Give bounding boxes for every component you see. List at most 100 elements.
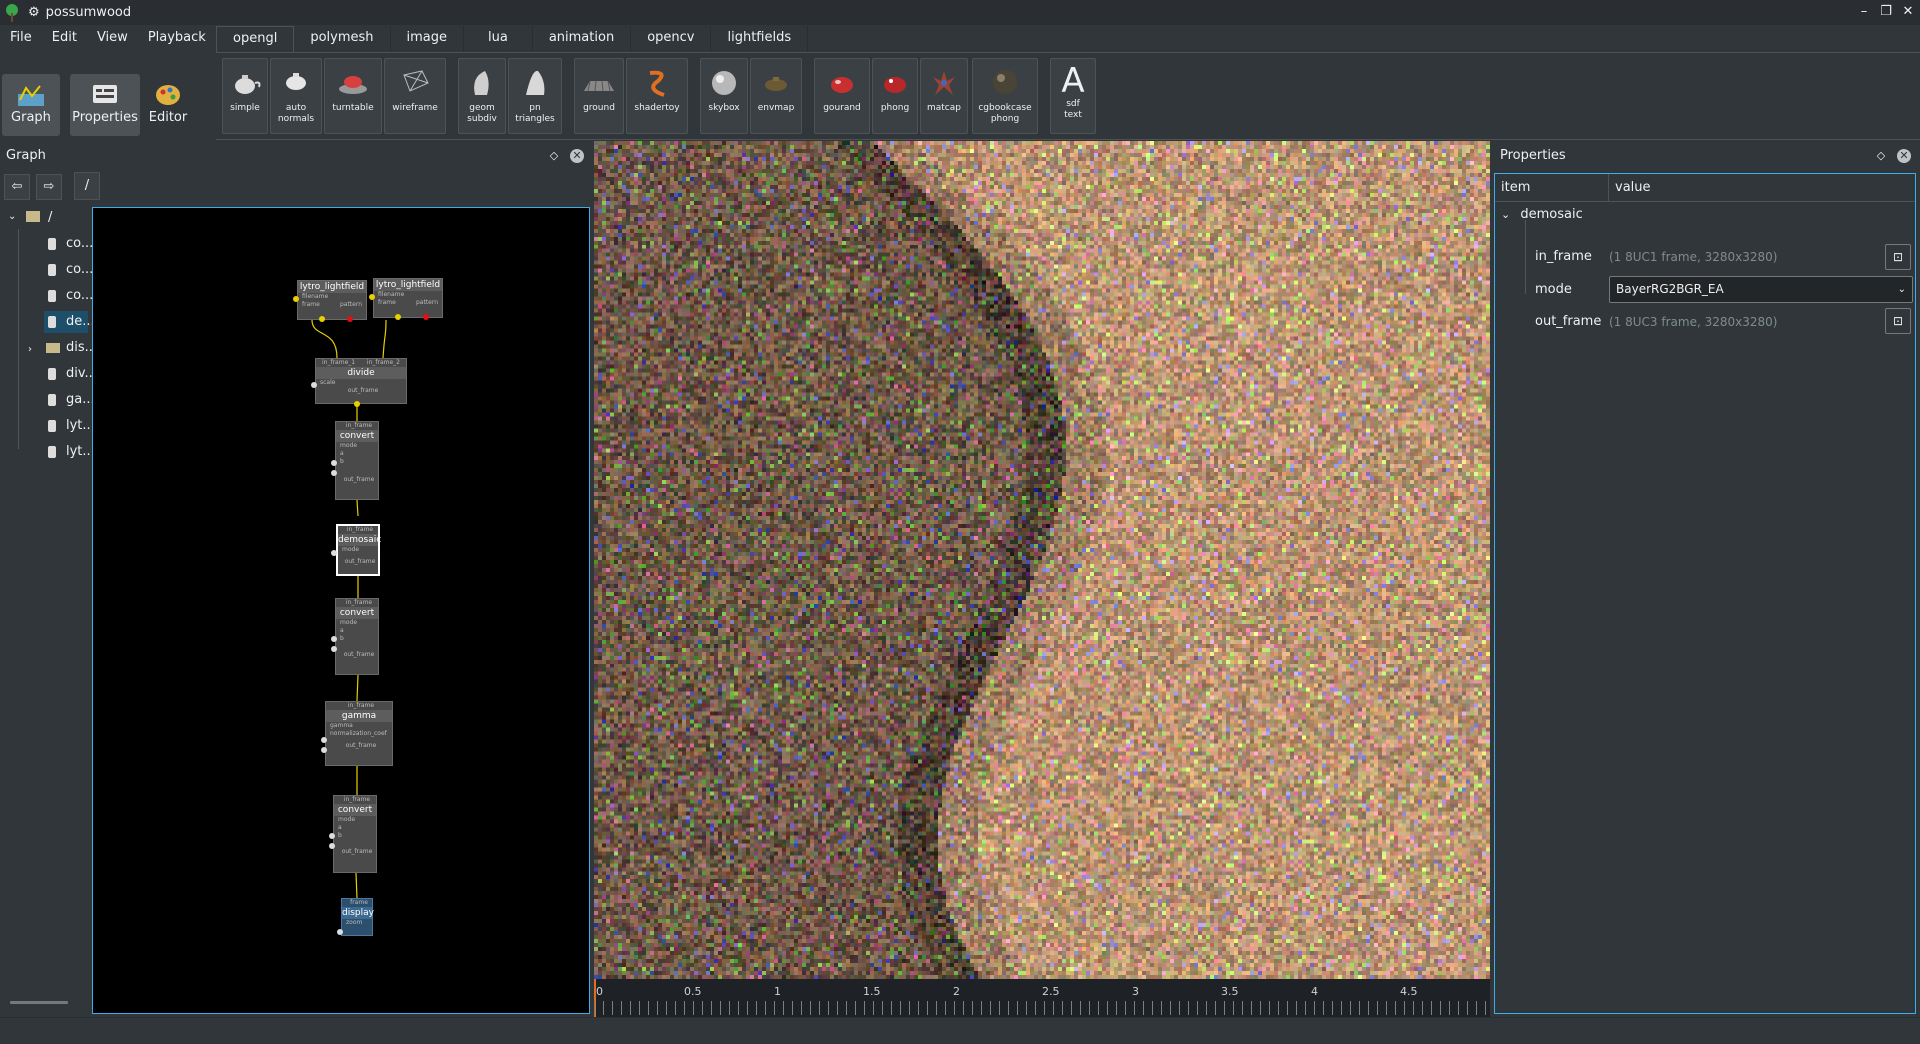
tree-scrollbar[interactable] [10,1001,68,1004]
tree-item-display[interactable]: dis... [44,337,97,359]
node-convert-1[interactable]: in_frame convert mode a b out_frame [335,421,379,500]
tree-item-demosaic[interactable]: de... [44,311,95,333]
output-port-icon[interactable]: ⊡ [1885,244,1911,270]
port-pin[interactable] [354,401,360,407]
graph-editor-canvas[interactable]: lytro_lightfield filename frame pattern l… [92,207,590,1014]
mode-properties-button[interactable]: Properties [70,74,140,136]
tool-cgbookcase-phong-button[interactable]: cgbookcase phong [972,58,1038,134]
image-viewport[interactable] [594,141,1490,979]
property-group-row[interactable]: ⌄ demosaic [1501,200,1911,230]
menu-file[interactable]: File [0,27,42,51]
node-lytro-lightfield-1[interactable]: lytro_lightfield filename frame pattern [297,280,367,320]
properties-icon [93,85,117,103]
port-pin[interactable] [423,314,429,320]
tool-gourand-button[interactable]: gourand [814,58,870,134]
port-pin[interactable] [331,550,337,556]
tab-polymesh[interactable]: polymesh [294,26,391,53]
tree-item-convert-2[interactable]: co... [44,259,93,281]
tool-simple-button[interactable]: simple [222,58,268,134]
tree-item-convert-1[interactable]: co... [44,233,93,255]
output-port-icon[interactable]: ⊡ [1885,308,1911,334]
timeline-ruler[interactable]: 0 0.5 1 1.5 2 2.5 3 3.5 4 4.5 [594,979,1490,1017]
graph-path-breadcrumb[interactable]: / [74,172,100,200]
node-lytro-lightfield-2[interactable]: lytro_lightfield filename frame pattern [373,278,443,318]
node-convert-2[interactable]: in_frame convert mode a b out_frame [335,598,379,675]
tree-item-gamma[interactable]: ga... [44,389,95,411]
node-port-label: b [340,458,344,465]
tab-lightfields[interactable]: lightfields [711,26,809,53]
expand-display-icon[interactable]: › [28,344,32,355]
port-pin[interactable] [319,316,325,322]
node-file-icon [48,290,56,302]
expand-root-icon[interactable]: ⌄ [8,211,16,222]
tool-geom-subdiv-button[interactable]: geom subdiv [458,58,506,134]
tool-sdf-text-button[interactable]: A sdf text [1050,58,1096,134]
close-window-button[interactable]: ✕ [1900,4,1916,20]
port-pin[interactable] [321,747,327,753]
close-dock-icon[interactable]: ✕ [570,149,584,163]
tool-envmap-label: envmap [757,103,795,113]
tool-envmap-button[interactable]: envmap [750,58,802,134]
settings-icon[interactable]: ⚙ [28,5,40,20]
tab-image[interactable]: image [391,26,464,53]
close-dock-icon[interactable]: ✕ [1897,149,1911,163]
tool-shadertoy-button[interactable]: shadertoy [626,58,688,134]
port-pin[interactable] [331,636,337,642]
maximize-button[interactable]: ❐ [1878,4,1894,20]
node-display[interactable]: frame display zoom [341,898,374,936]
tool-turntable-button[interactable]: turntable [324,58,382,134]
tab-lua[interactable]: lua [464,26,533,53]
port-pin[interactable] [331,646,337,652]
port-pin[interactable] [329,843,335,849]
port-pin[interactable] [331,470,337,476]
collapse-chevron-icon[interactable]: ⌄ [1501,208,1510,221]
editor-icon [156,85,180,105]
node-divide[interactable]: in_frame_1 in_frame_2 divide scale out_fr… [315,358,407,404]
tool-matcap-button[interactable]: matcap [920,58,968,134]
tab-animation[interactable]: animation [533,26,632,53]
envmap-icon [765,77,787,91]
menu-playback[interactable]: Playback [138,27,216,51]
node-port-label: filename [378,291,405,298]
menu-edit[interactable]: Edit [42,27,87,51]
graph-back-button[interactable]: ⇦ [4,174,30,200]
port-pin[interactable] [369,294,375,300]
mode-dropdown[interactable]: BayerRG2BGR_EA ⌄ [1609,276,1913,303]
port-pin[interactable] [395,314,401,320]
node-gamma[interactable]: in_frame gamma gamma normalization_coef … [325,701,393,766]
graph-forward-button[interactable]: ⇨ [36,174,62,200]
port-pin[interactable] [331,460,337,466]
tree-root-label[interactable]: / [48,207,52,229]
tool-pn-triangles-button[interactable]: pn triangles [508,58,562,134]
port-pin[interactable] [337,929,343,935]
port-pin[interactable] [329,833,335,839]
float-dock-icon[interactable]: ◇ [547,149,561,163]
tool-phong-button[interactable]: phong [872,58,918,134]
tree-item-convert-3[interactable]: co... [44,285,93,307]
port-pin[interactable] [293,296,299,302]
tree-item-lytro-1[interactable]: lyt... [44,415,95,437]
tool-skybox-button[interactable]: skybox [700,58,748,134]
tab-opencv[interactable]: opencv [631,26,712,53]
tree-item-lytro-2[interactable]: lyt... [44,441,95,463]
node-port-label: b [338,832,342,839]
tool-wireframe-button[interactable]: wireframe [384,58,446,134]
node-convert-3[interactable]: in_frame convert mode a b out_frame [333,795,377,873]
tree-item-divide[interactable]: div... [44,363,97,385]
node-demosaic-selected[interactable]: in_frame demosaic mode out_frame [336,524,381,576]
port-pin[interactable] [311,382,317,388]
node-port-label: zoom [346,919,363,926]
tool-auto-normals-button[interactable]: auto normals [270,58,322,134]
tree-item-label: co... [66,262,94,277]
float-dock-icon[interactable]: ◇ [1874,149,1888,163]
column-header-value[interactable]: value [1609,174,1915,202]
mode-graph-button[interactable]: Graph [2,74,60,136]
tab-opengl[interactable]: opengl [216,26,295,53]
tool-ground-button[interactable]: ground [574,58,624,134]
column-header-item[interactable]: item [1495,174,1609,202]
mode-editor-button[interactable]: Editor [142,74,194,136]
port-pin[interactable] [321,737,327,743]
menu-view[interactable]: View [87,27,138,51]
port-pin[interactable] [347,316,353,322]
minimize-button[interactable]: – [1856,4,1872,20]
